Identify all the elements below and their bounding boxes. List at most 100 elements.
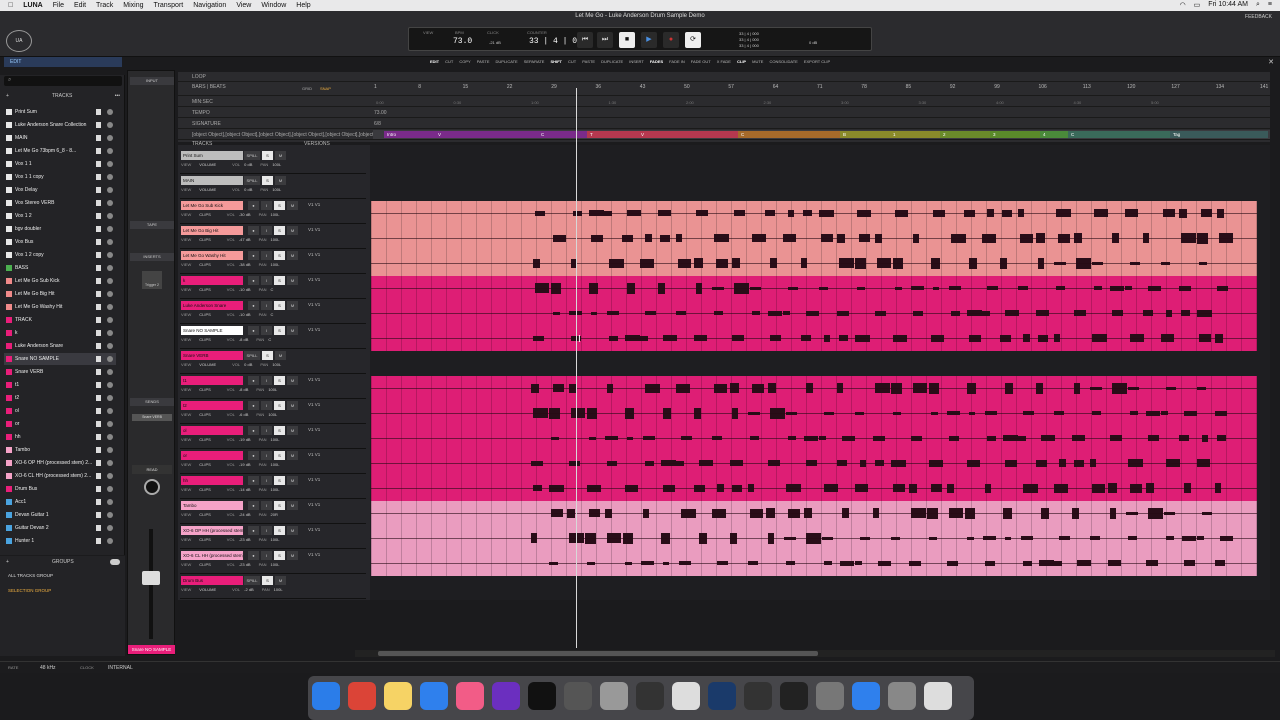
version-label[interactable]: V1 V1 bbox=[308, 302, 320, 307]
input-monitor-button[interactable]: I bbox=[261, 326, 272, 335]
sidebar-track-item[interactable]: or bbox=[4, 418, 116, 430]
record-arm-button[interactable]: ● bbox=[248, 401, 259, 410]
menu-edit[interactable]: Edit bbox=[74, 2, 86, 9]
sidebar-track-item[interactable]: Vox Bus bbox=[4, 236, 116, 248]
mute-button[interactable]: M bbox=[287, 326, 298, 335]
menu-list-icon[interactable]: ≡ bbox=[1268, 1, 1272, 9]
sidebar-track-item[interactable]: Vox 1 1 copy bbox=[4, 171, 116, 183]
track-header[interactable]: Tambo ● I S M V1 V1 VIEW CLIPS VOL -24 dB PAN 20R bbox=[180, 500, 366, 524]
track-header[interactable]: Snare VERB SPILL S M VIEW VOLUME VOL 0 dB PAN 100… bbox=[180, 350, 366, 374]
track-visibility-icon[interactable] bbox=[107, 278, 113, 284]
sidebar-track-item[interactable]: ol bbox=[4, 405, 116, 417]
version-label[interactable]: V1 V1 bbox=[308, 552, 320, 557]
edit-tool-4[interactable]: DUPLICATE bbox=[496, 59, 518, 64]
input-monitor-button[interactable]: I bbox=[261, 376, 272, 385]
solo-button[interactable]: S bbox=[274, 326, 285, 335]
edit-tool-14[interactable]: X FADE bbox=[717, 59, 731, 64]
track-header[interactable]: t1 ● I S M V1 V1 VIEW CLIPS VOL -8 dB PAN 100L bbox=[180, 375, 366, 399]
marker[interactable]: Intro bbox=[384, 131, 435, 138]
battery-icon[interactable]: ▭ bbox=[1194, 1, 1201, 9]
system-preferences-icon[interactable] bbox=[816, 682, 844, 710]
track-view-type[interactable]: VOLUME bbox=[199, 587, 216, 592]
logic-icon[interactable] bbox=[564, 682, 592, 710]
menu-navigation[interactable]: Navigation bbox=[193, 2, 226, 9]
sidebar-track-item[interactable]: Luke Anderson Snare bbox=[4, 340, 116, 352]
track-visibility-icon[interactable] bbox=[107, 538, 113, 544]
spill-button[interactable]: SPILL bbox=[244, 351, 260, 360]
mute-button[interactable]: M bbox=[275, 176, 286, 185]
solo-button[interactable]: S bbox=[274, 251, 285, 260]
track-visibility-icon[interactable] bbox=[107, 421, 113, 427]
marker[interactable]: C bbox=[738, 131, 840, 138]
record-arm-button[interactable]: ● bbox=[248, 301, 259, 310]
messages-icon[interactable] bbox=[420, 682, 448, 710]
menu-mixing[interactable]: Mixing bbox=[123, 2, 143, 9]
ua-connect-icon[interactable] bbox=[708, 682, 736, 710]
mute-button[interactable]: M bbox=[287, 201, 298, 210]
mute-button[interactable]: M bbox=[287, 226, 298, 235]
sidebar-track-item[interactable]: Let Me Go 73bpm 6_8 - 8... bbox=[4, 145, 116, 157]
monitor-level[interactable]: 0 dB bbox=[809, 40, 817, 45]
track-visibility-icon[interactable] bbox=[107, 356, 113, 362]
clip-region[interactable] bbox=[371, 226, 1257, 251]
mute-button[interactable]: M bbox=[287, 526, 298, 535]
record-arm-button[interactable]: ● bbox=[248, 501, 259, 510]
finder-icon[interactable] bbox=[312, 682, 340, 710]
sidebar-track-item[interactable]: hh bbox=[4, 431, 116, 443]
track-view-type[interactable]: CLIPS bbox=[199, 437, 211, 442]
input-monitor-button[interactable]: I bbox=[261, 301, 272, 310]
marker[interactable]: T bbox=[587, 131, 638, 138]
pan-value[interactable]: C bbox=[271, 287, 274, 292]
forward-button[interactable]: ⏭ bbox=[597, 32, 613, 48]
track-view-type[interactable]: CLIPS bbox=[199, 387, 211, 392]
record-arm-button[interactable]: ● bbox=[248, 251, 259, 260]
app-store-icon[interactable] bbox=[852, 682, 880, 710]
track-header[interactable]: Snare NO SAMPLE ● I S M V1 V1 VIEW CLIPS VOL -8 d… bbox=[180, 325, 366, 349]
search-input[interactable]: ⌕ bbox=[4, 76, 122, 86]
edit-tool-11[interactable]: FADES bbox=[650, 59, 663, 64]
record-arm-button[interactable]: ● bbox=[248, 226, 259, 235]
more-icon[interactable]: ••• bbox=[115, 93, 120, 99]
track-header[interactable]: XO-6 OP HH (processed stem) 2... ●ISM V1 V… bbox=[180, 525, 366, 549]
track-view-type[interactable]: CLIPS bbox=[199, 462, 211, 467]
track-visibility-icon[interactable] bbox=[107, 265, 113, 271]
volume-value[interactable]: -23 dB bbox=[239, 537, 251, 542]
app-icon[interactable] bbox=[780, 682, 808, 710]
track-visibility-icon[interactable] bbox=[107, 187, 113, 193]
bars-ruler[interactable]: BARS | BEATS GRID SNAP bbox=[178, 82, 1270, 96]
pro-tools-icon[interactable] bbox=[492, 682, 520, 710]
sidebar-track-item[interactable]: Devan Guitar 1 bbox=[4, 509, 116, 521]
solo-button[interactable]: S bbox=[274, 451, 285, 460]
record-arm-button[interactable]: ● bbox=[248, 526, 259, 535]
mute-button[interactable]: M bbox=[287, 401, 298, 410]
solo-button[interactable]: S bbox=[274, 526, 285, 535]
input-monitor-button[interactable]: I bbox=[261, 451, 272, 460]
solo-button[interactable]: S bbox=[274, 426, 285, 435]
menu-transport[interactable]: Transport bbox=[154, 2, 184, 9]
track-name[interactable]: hh bbox=[181, 476, 243, 485]
track-view-type[interactable]: CLIPS bbox=[199, 212, 211, 217]
track-view-type[interactable]: CLIPS bbox=[199, 337, 211, 342]
wifi-icon[interactable]: ◠ bbox=[1180, 1, 1186, 9]
track-visibility-icon[interactable] bbox=[107, 473, 113, 479]
track-visibility-icon[interactable] bbox=[107, 408, 113, 414]
marker[interactable]: 1 bbox=[890, 131, 940, 138]
track-view-type[interactable]: CLIPS bbox=[199, 412, 211, 417]
edit-tool-10[interactable]: INSERT bbox=[629, 59, 644, 64]
record-arm-button[interactable]: ● bbox=[248, 376, 259, 385]
sidebar-track-item[interactable]: XO-6 OP HH (processed stem) 2... bbox=[4, 457, 116, 469]
menu-app[interactable]: LUNA bbox=[23, 2, 42, 9]
search-icon[interactable]: ⌕ bbox=[1256, 1, 1260, 9]
mixer-icon[interactable] bbox=[636, 682, 664, 710]
input-monitor-button[interactable]: I bbox=[261, 476, 272, 485]
sidebar-track-item[interactable]: Vox Stereo VERB bbox=[4, 197, 116, 209]
add-track-icon[interactable]: + bbox=[6, 93, 9, 99]
finder-window-icon[interactable] bbox=[924, 682, 952, 710]
clip-region[interactable] bbox=[371, 501, 1257, 526]
music-icon[interactable] bbox=[456, 682, 484, 710]
sidebar-track-item[interactable]: BASS bbox=[4, 262, 116, 274]
version-label[interactable]: V1 V1 bbox=[308, 402, 320, 407]
track-header[interactable]: ol ● I S M V1 V1 VIEW CLIPS VOL -19 dB PAN 100L bbox=[180, 425, 366, 449]
apple-menu-icon[interactable]:  bbox=[8, 2, 13, 9]
record-arm-button[interactable]: ● bbox=[248, 326, 259, 335]
